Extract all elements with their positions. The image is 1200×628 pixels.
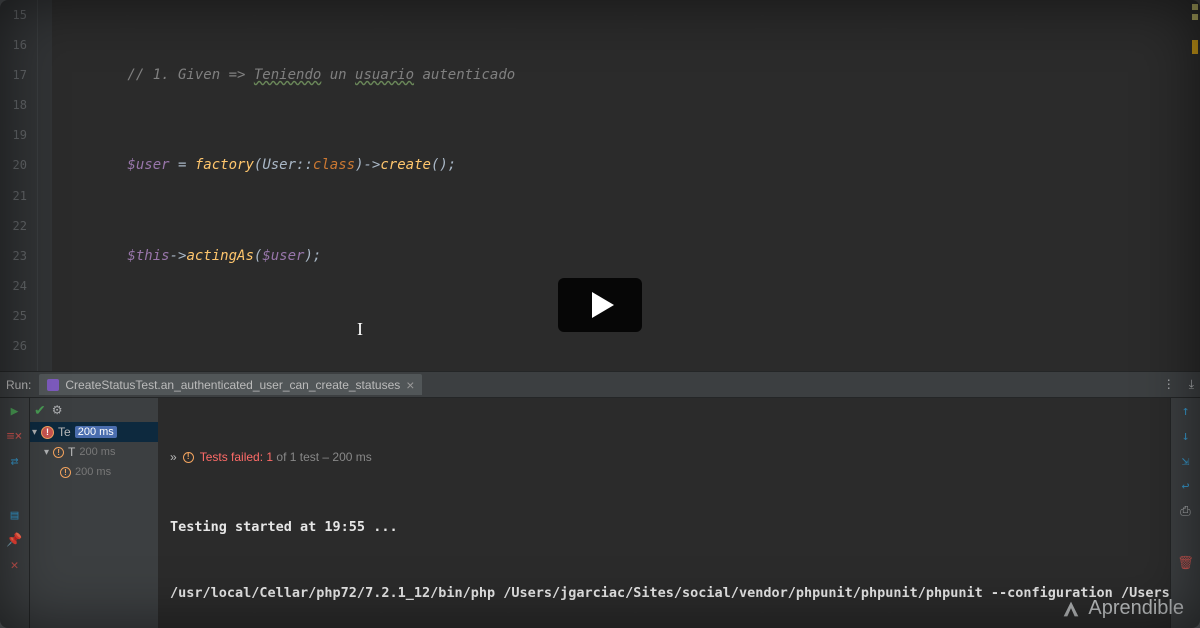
play-icon <box>592 292 614 318</box>
line-number: 18 <box>0 90 27 120</box>
line-number: 19 <box>0 120 27 150</box>
run-tab[interactable]: CreateStatusTest.an_authenticated_user_c… <box>39 374 422 395</box>
run-left-toolbar: ▶ ≡× ⇄ ▤ 📌 ✕ <box>0 398 30 628</box>
logo-icon <box>1060 598 1082 620</box>
line-number: 22 <box>0 211 27 241</box>
trash-icon[interactable]: 🗑 <box>1178 555 1194 571</box>
console-line: /usr/local/Cellar/php72/7.2.1_12/bin/php… <box>170 582 1162 604</box>
export-icon[interactable]: ⇲ <box>1178 453 1194 469</box>
chevron-down-icon: ▾ <box>32 427 37 438</box>
up-arrow-icon[interactable]: ↑ <box>1178 403 1194 419</box>
run-icon[interactable]: ▶ <box>7 403 23 419</box>
fail-icon: ! <box>41 426 54 439</box>
chevron-down-icon: ▾ <box>44 447 49 458</box>
test-node[interactable]: ! 200 ms <box>30 462 158 482</box>
line-number: 26 <box>0 331 27 361</box>
wrap-icon[interactable]: ↩ <box>1178 478 1194 494</box>
fail-icon: ! <box>183 452 194 463</box>
console-right-toolbar: ↑ ↓ ⇲ ↩ ⎙ 🗑 <box>1170 398 1200 628</box>
test-node[interactable]: ▾ ! T 200 ms <box>30 442 158 462</box>
line-number: 24 <box>0 271 27 301</box>
down-arrow-icon[interactable]: ↓ <box>1178 428 1194 444</box>
more-icon[interactable]: ⋮ <box>1163 377 1175 392</box>
close-icon[interactable]: ✕ <box>7 557 23 573</box>
video-play-button[interactable] <box>558 278 642 332</box>
phpunit-icon <box>47 379 59 391</box>
error-stripe[interactable] <box>1190 0 1200 371</box>
print-icon[interactable]: ⎙ <box>1178 503 1194 519</box>
line-number: 15 <box>0 0 27 30</box>
line-number: 25 <box>0 301 27 331</box>
line-gutter: 15 16 17 18 19 20 21 22 23 24 25 26 <box>0 0 38 371</box>
test-time: 200 ms <box>75 466 111 478</box>
line-number: 20 <box>0 150 27 180</box>
close-icon[interactable]: × <box>406 378 414 392</box>
run-tab-title: CreateStatusTest.an_authenticated_user_c… <box>65 378 400 392</box>
fold-column[interactable] <box>38 0 52 371</box>
line-number: 16 <box>0 30 27 60</box>
pin-icon[interactable]: 📌 <box>7 532 23 548</box>
fail-icon: ! <box>53 447 64 458</box>
test-console[interactable]: » ! Tests failed: 1 of 1 test – 200 ms T… <box>158 398 1170 628</box>
chevrons-icon: » <box>170 446 177 468</box>
test-node-root[interactable]: ▾ ! Te 200 ms <box>30 422 158 442</box>
checkmark-icon[interactable]: ✔ <box>34 402 46 419</box>
gear-icon[interactable]: ⚙ <box>52 403 63 417</box>
test-status-line: » ! Tests failed: 1 of 1 test – 200 ms <box>170 446 1162 468</box>
cancel-icon[interactable]: ≡× <box>7 428 23 444</box>
fail-icon: ! <box>60 467 71 478</box>
download-icon[interactable]: ⤓ <box>1189 377 1194 392</box>
watermark: Aprendible <box>1060 597 1184 620</box>
layout-icon[interactable]: ▤ <box>7 507 23 523</box>
line-number: 17 <box>0 60 27 90</box>
line-number: 21 <box>0 181 27 211</box>
test-tree[interactable]: ✔ ⚙ ▾ ! Te 200 ms ▾ ! T 200 ms ! 200 ms <box>30 398 158 628</box>
run-label: Run: <box>6 378 31 392</box>
console-line: Testing started at 19:55 ... <box>170 516 1162 538</box>
line-number: 23 <box>0 241 27 271</box>
test-time: 200 ms <box>79 446 115 458</box>
test-time: 200 ms <box>75 426 117 438</box>
run-toolwindow-bar: Run: CreateStatusTest.an_authenticated_u… <box>0 371 1200 398</box>
run-toolwindow: ▶ ≡× ⇄ ▤ 📌 ✕ ✔ ⚙ ▾ ! Te 200 ms ▾ ! T 200… <box>0 398 1200 628</box>
rerun-failed-icon[interactable]: ⇄ <box>7 453 23 469</box>
